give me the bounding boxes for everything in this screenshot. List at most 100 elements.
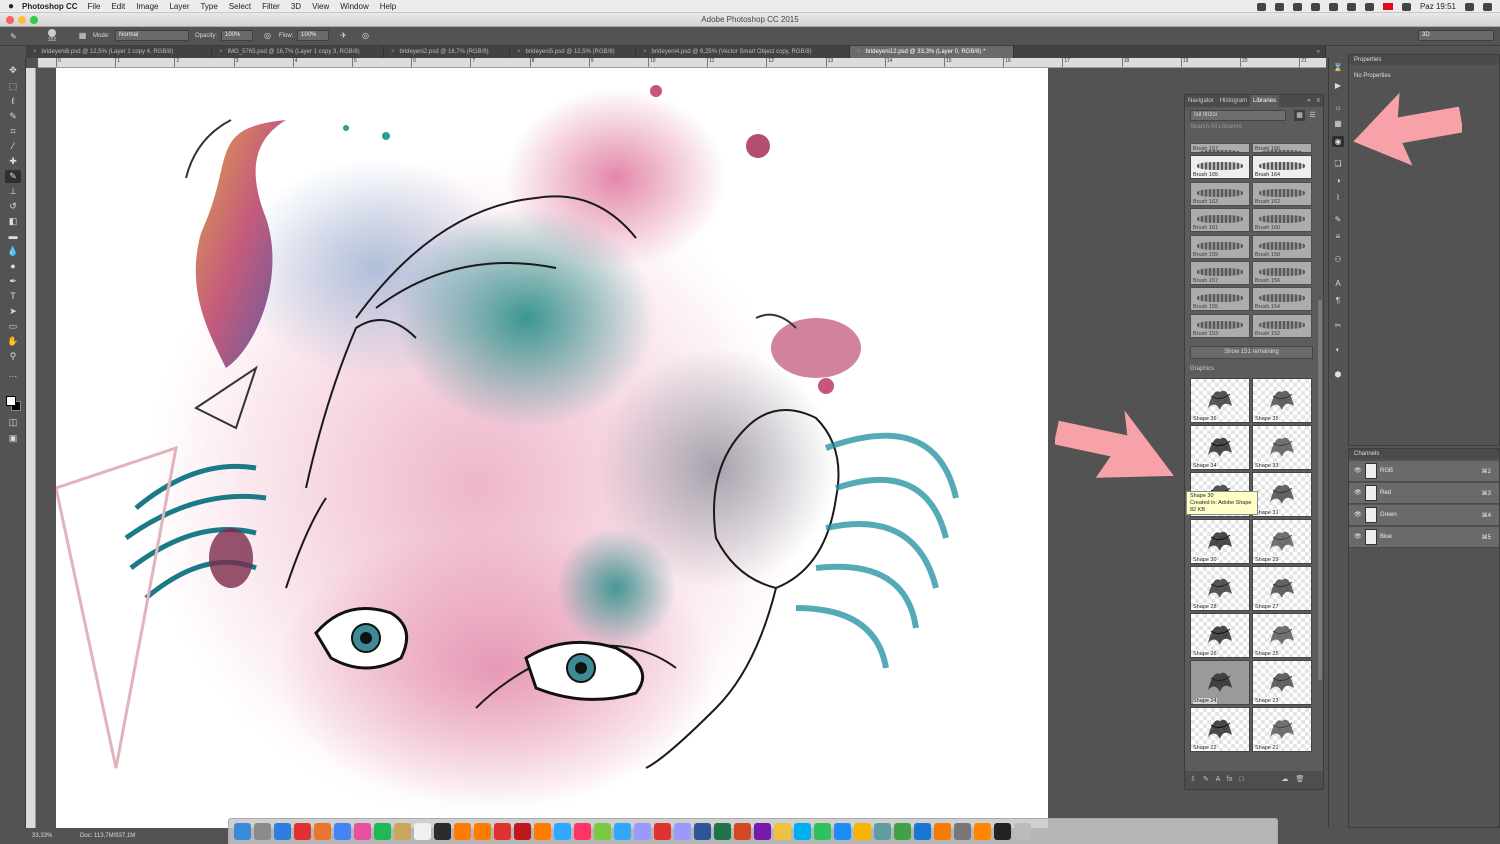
creative-cloud-sync-icon[interactable]: ☁ — [1282, 776, 1289, 783]
dock-app-icon[interactable] — [674, 823, 691, 840]
creative-cloud-icon[interactable] — [1274, 2, 1284, 11]
dock-app-icon[interactable] — [874, 823, 891, 840]
doc-tab[interactable]: × IMG_5765.psd @ 16,7% (Layer 1 copy 3, R… — [212, 46, 384, 58]
channels-panel-icon[interactable]: ◑ — [1332, 175, 1344, 186]
channels-title[interactable]: Channels — [1349, 449, 1499, 459]
zoom-window-button[interactable] — [30, 16, 38, 24]
dock-app-icon[interactable] — [514, 823, 531, 840]
dock-app-icon[interactable] — [654, 823, 671, 840]
dock-app-icon[interactable] — [1014, 823, 1031, 840]
healing-brush-tool-icon[interactable]: ✚ — [5, 155, 21, 168]
brush-size-picker[interactable]: 152 — [44, 28, 60, 44]
graphic-item[interactable]: Shape 35 — [1252, 378, 1312, 423]
grid-view-icon[interactable]: ▦ — [1294, 110, 1305, 121]
blur-tool-icon[interactable]: 💧 — [5, 245, 21, 258]
brush-item[interactable]: Brush 165 — [1190, 155, 1250, 180]
brush-item[interactable]: Brush 166 — [1252, 143, 1312, 153]
brush-item[interactable]: Brush 159 — [1190, 234, 1250, 259]
graphic-item[interactable]: Shape 27 — [1252, 566, 1312, 611]
dock-app-icon[interactable] — [354, 823, 371, 840]
dock-app-icon[interactable] — [574, 823, 591, 840]
properties-title[interactable]: Properties — [1349, 55, 1499, 65]
visibility-eye-icon[interactable]: 👁 — [1354, 489, 1362, 496]
dock-app-icon[interactable] — [494, 823, 511, 840]
graphic-item[interactable]: Shape 36 — [1190, 378, 1250, 423]
screen-mode-icon[interactable]: ▣ — [5, 432, 21, 445]
menu-file[interactable]: File — [88, 2, 101, 11]
tool-presets-icon[interactable]: ✂ — [1332, 320, 1344, 331]
app-menu[interactable]: Photoshop CC — [22, 2, 78, 11]
graphic-item[interactable]: Shape 28 — [1190, 566, 1250, 611]
graphic-item[interactable]: Shape 29 — [1252, 519, 1312, 564]
eraser-tool-icon[interactable]: ◧ — [5, 215, 21, 228]
show-remaining-button[interactable]: Show 151 remaining — [1190, 346, 1313, 359]
airbrush-icon[interactable]: ✈ — [338, 30, 349, 41]
add-text-style-icon[interactable]: A — [1216, 776, 1220, 783]
dock-app-icon[interactable] — [394, 823, 411, 840]
brush-item[interactable]: Brush 155 — [1190, 287, 1250, 312]
brush-panel-icon[interactable]: ✎ — [1332, 214, 1344, 225]
workspace-select[interactable]: 3D — [1418, 30, 1494, 41]
visibility-eye-icon[interactable]: 👁 — [1354, 467, 1362, 474]
dock-app-icon[interactable] — [634, 823, 651, 840]
dock-app-icon[interactable] — [454, 823, 471, 840]
clone-source-icon[interactable]: ⚇ — [1332, 254, 1344, 265]
layers-panel-icon[interactable]: ❏ — [1332, 158, 1344, 169]
dock-app-icon[interactable] — [714, 823, 731, 840]
brush-item[interactable]: Brush 157 — [1190, 260, 1250, 285]
dock-app-icon[interactable] — [474, 823, 491, 840]
add-layer-style-icon[interactable]: fx — [1227, 776, 1232, 783]
hand-tool-icon[interactable]: ✋ — [5, 335, 21, 348]
dock-app-icon[interactable] — [414, 823, 431, 840]
character-panel-icon[interactable]: A — [1332, 278, 1344, 289]
actions-panel-icon[interactable]: ▶ — [1332, 80, 1344, 91]
shape-tool-icon[interactable]: ▭ — [5, 320, 21, 333]
vertical-ruler[interactable] — [26, 68, 36, 828]
dock-app-icon[interactable] — [794, 823, 811, 840]
brush-item[interactable]: Brush 164 — [1252, 155, 1312, 180]
menu-edit[interactable]: Edit — [111, 2, 125, 11]
tab-histogram[interactable]: Histogram — [1217, 95, 1250, 107]
library-select[interactable]: Isil Ilrizoi — [1190, 110, 1286, 121]
graphic-item[interactable]: Shape 33 — [1252, 425, 1312, 470]
apple-menu-icon[interactable]: ● — [0, 1, 22, 12]
eyedropper-tool-icon[interactable]: ⁄ — [5, 140, 21, 153]
gradient-tool-icon[interactable]: ▬ — [5, 230, 21, 243]
marquee-tool-icon[interactable]: ⬚ — [5, 80, 21, 93]
doc-tab[interactable]: × brideyeni5.psd @ 12,5% (RGB/8) — [510, 46, 636, 58]
close-tab-icon[interactable]: × — [857, 49, 861, 55]
dock-app-icon[interactable] — [994, 823, 1011, 840]
brush-item[interactable]: Brush 156 — [1252, 260, 1312, 285]
quick-select-tool-icon[interactable]: ✎ — [5, 110, 21, 123]
menu-select[interactable]: Select — [229, 2, 251, 11]
history-panel-icon[interactable]: ⌛ — [1332, 62, 1344, 73]
doc-tab-active[interactable]: × brideyeni12.psd @ 33,3% (Layer 0, RGB/8… — [850, 46, 1014, 58]
pressure-opacity-icon[interactable]: ◎ — [262, 30, 273, 41]
dock-app-icon[interactable] — [334, 823, 351, 840]
graphic-item[interactable]: Shape 24 — [1190, 660, 1250, 705]
channel-row-rgb[interactable]: 👁 RGB ⌘2 — [1349, 461, 1499, 482]
panel-menu-icon[interactable]: ≡ — [1313, 95, 1323, 107]
dock-app-icon[interactable] — [434, 823, 451, 840]
swatches-panel-icon[interactable]: ▦ — [1332, 118, 1344, 129]
close-window-button[interactable] — [6, 16, 14, 24]
move-tool-icon[interactable]: ✥ — [5, 64, 21, 77]
volume-icon[interactable] — [1364, 2, 1374, 11]
time-machine-icon[interactable] — [1310, 2, 1320, 11]
pen-tool-icon[interactable]: ✒ — [5, 275, 21, 288]
doc-tab[interactable]: × brideyeni8.psd @ 12,5% (Layer 1 copy 4,… — [26, 46, 212, 58]
dock-app-icon[interactable] — [274, 823, 291, 840]
mode-select[interactable]: Normal — [115, 30, 189, 41]
dock-app-icon[interactable] — [534, 823, 551, 840]
close-tab-icon[interactable]: × — [517, 49, 521, 55]
menu-filter[interactable]: Filter — [262, 2, 280, 11]
brush-item[interactable]: Brush 152 — [1252, 313, 1312, 338]
menu-image[interactable]: Image — [136, 2, 158, 11]
dock-app-icon[interactable] — [774, 823, 791, 840]
dock-app-icon[interactable] — [974, 823, 991, 840]
graphic-item[interactable]: Shape 30 — [1190, 519, 1250, 564]
brush-item[interactable]: Brush 160 — [1252, 208, 1312, 233]
document-canvas[interactable] — [56, 68, 1048, 828]
dock-app-icon[interactable] — [934, 823, 951, 840]
graphic-item[interactable]: Shape 21 — [1252, 707, 1312, 752]
